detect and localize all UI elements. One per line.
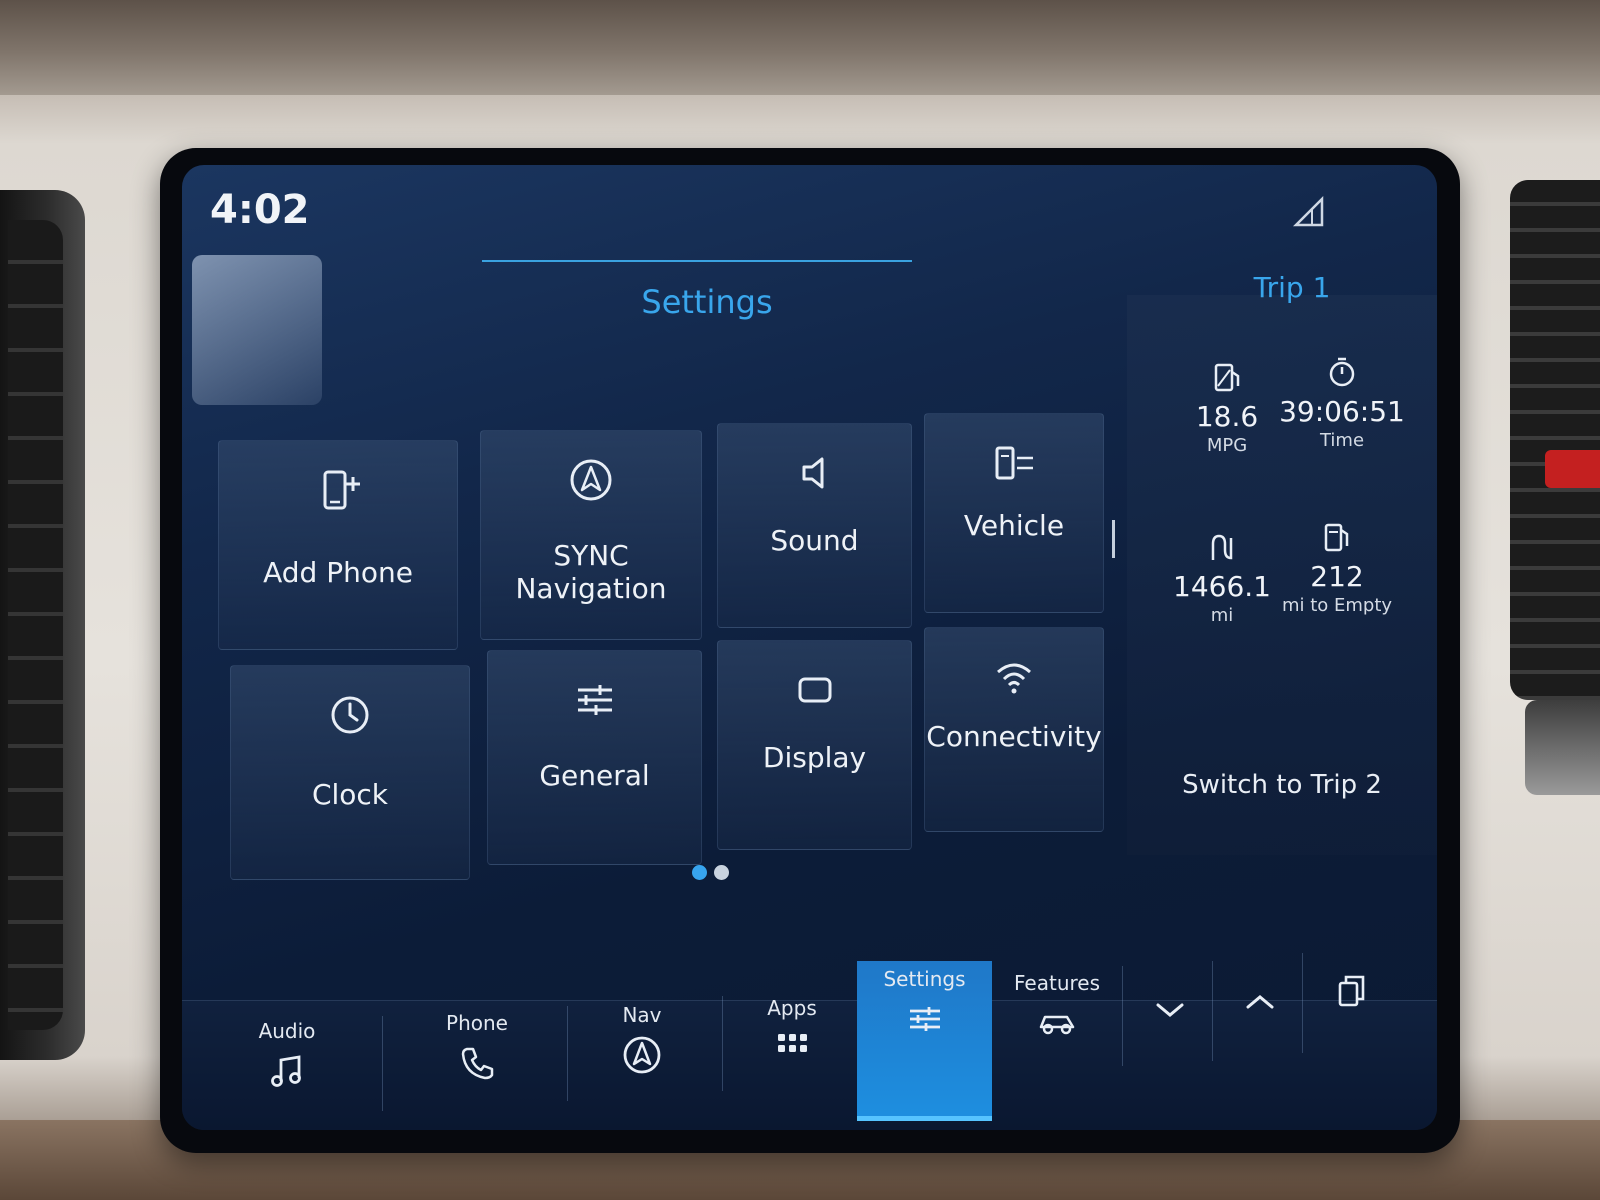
copy-button[interactable]: [1307, 941, 1397, 1061]
nav-label: Settings: [883, 967, 966, 991]
active-tab-indicator: [857, 1116, 992, 1121]
stopwatch-icon: [1329, 357, 1355, 387]
settings-sliders-icon: [909, 1007, 940, 1031]
tile-sound[interactable]: Sound: [717, 423, 912, 628]
tile-label: General: [539, 759, 650, 792]
scroll-down-button[interactable]: [1127, 961, 1212, 1081]
trip-stat-time: 39:06:51 Time: [1277, 355, 1407, 451]
vehicle-icon: [995, 446, 1033, 480]
trip-unit: mi: [1210, 605, 1234, 626]
tile-label: Add Phone: [263, 556, 413, 589]
tile-label: Display: [762, 741, 867, 774]
vehicle-features-icon: [1039, 1015, 1075, 1035]
trip-value: 39:06:51: [1279, 395, 1405, 428]
trip-unit: Time: [1319, 430, 1365, 451]
copy-icon: [1338, 975, 1365, 1007]
tile-add-phone[interactable]: Add Phone: [218, 440, 458, 650]
tile-vehicle[interactable]: Vehicle: [924, 413, 1104, 613]
fuel-pump-icon: [1324, 523, 1349, 552]
tile-label: Clock: [311, 778, 389, 811]
switch-trip-button[interactable]: Switch to Trip 2: [1172, 770, 1392, 800]
phone-icon: [461, 1047, 494, 1080]
fuel-economy-icon: [1214, 363, 1240, 392]
nav-nav[interactable]: Nav: [577, 993, 707, 1113]
header-accent-line: [482, 260, 912, 262]
add-phone-icon: [323, 470, 360, 510]
trip-unit: mi to Empty: [1281, 595, 1393, 616]
nav-features[interactable]: Features: [992, 961, 1122, 1081]
tile-connectivity[interactable]: Connectivity: [924, 627, 1104, 832]
nav-separator: [567, 1006, 568, 1101]
nav-label: Features: [1014, 971, 1100, 995]
right-air-vent: [1510, 180, 1600, 700]
speaker-icon: [802, 457, 823, 489]
trip-title: Trip 1: [1253, 271, 1331, 304]
nav-audio[interactable]: Audio: [222, 1009, 352, 1129]
scroll-indicator[interactable]: [1112, 520, 1115, 558]
trip-value: 18.6: [1195, 400, 1259, 433]
tile-general[interactable]: General: [487, 650, 702, 865]
trip-value: 1466.1: [1173, 570, 1271, 603]
wifi-icon: [997, 663, 1031, 694]
dashboard-top: [0, 0, 1600, 95]
page-title: Settings: [641, 283, 773, 321]
apps-grid-icon: [778, 1034, 807, 1052]
chevron-up-icon: [1246, 995, 1273, 1009]
trip-stat-distance: 1466.1 mi: [1157, 530, 1287, 626]
distance-icon: [1211, 534, 1233, 560]
navigation-icon: [623, 1036, 661, 1074]
tile-clock[interactable]: Clock: [230, 665, 470, 880]
tile-display[interactable]: Display: [717, 640, 912, 850]
nav-separator: [1302, 953, 1303, 1053]
signal-strength-icon: [1292, 195, 1324, 227]
left-air-vent: [0, 190, 85, 1060]
scroll-up-button[interactable]: [1217, 953, 1302, 1073]
music-note-icon: [271, 1055, 301, 1087]
nav-phone[interactable]: Phone: [412, 1001, 542, 1121]
trip-stat-range: 212 mi to Empty: [1272, 520, 1402, 616]
nav-label: Audio: [258, 1019, 316, 1043]
bottom-nav-bar: Audio Phone Nav Apps Settings Features: [182, 953, 1437, 1130]
trip-value: 212: [1310, 560, 1364, 593]
vent-control: [1525, 700, 1600, 795]
tile-label: Vehicle: [963, 509, 1065, 542]
nav-apps[interactable]: Apps: [727, 986, 857, 1106]
infotainment-screen: 4:02 Settings Add Phone SYNC Navigation …: [182, 165, 1437, 1130]
status-time: 4:02: [210, 187, 310, 233]
nav-separator: [1122, 966, 1123, 1066]
page-dot[interactable]: [714, 865, 729, 880]
tile-label: Connectivity: [926, 720, 1102, 753]
trip-unit: MPG: [1206, 435, 1248, 456]
tile-label: Sound: [770, 524, 859, 557]
vent-indicator: [1545, 450, 1600, 488]
page-dot-active[interactable]: [692, 865, 707, 880]
trip-stat-mpg: 18.6 MPG: [1162, 360, 1292, 456]
nav-separator: [722, 996, 723, 1091]
screen-reflection: [192, 255, 322, 405]
tile-label: SYNC Navigation: [515, 539, 667, 605]
nav-separator: [382, 1016, 383, 1111]
navigation-icon: [570, 459, 612, 501]
sliders-icon: [577, 685, 612, 715]
display-icon: [798, 677, 831, 703]
nav-label: Phone: [446, 1011, 508, 1035]
nav-separator: [1212, 961, 1213, 1061]
nav-label: Nav: [622, 1003, 662, 1027]
clock-icon: [331, 696, 369, 734]
chevron-down-icon: [1156, 1003, 1183, 1017]
nav-label: Apps: [767, 996, 817, 1020]
nav-settings[interactable]: Settings: [857, 961, 992, 1121]
tile-sync-navigation[interactable]: SYNC Navigation: [480, 430, 702, 640]
